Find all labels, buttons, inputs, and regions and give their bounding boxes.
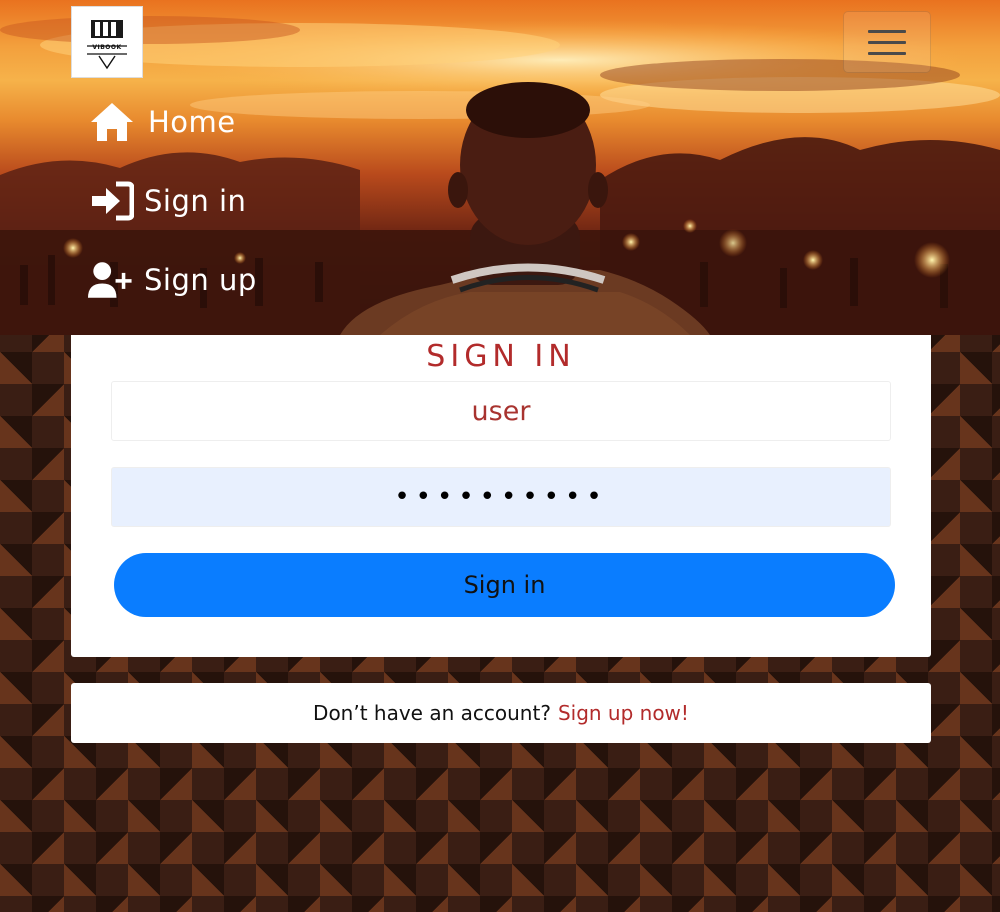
nav-item-label: Sign up [144, 263, 257, 297]
nav-item-sign-up[interactable]: Sign up [88, 258, 257, 302]
home-icon [88, 100, 136, 144]
sign-up-link[interactable]: Sign up now! [558, 701, 689, 725]
username-input[interactable] [111, 381, 891, 441]
hero-banner: VIBOOK Home Sign in Sign up [0, 0, 1000, 335]
nav-item-label: Sign in [144, 184, 247, 218]
sign-up-prompt-text: Don’t have an account? [313, 701, 551, 725]
nav-item-sign-in[interactable]: Sign in [88, 179, 246, 223]
nav-item-home[interactable]: Home [88, 100, 236, 144]
site-logo[interactable]: VIBOOK [71, 6, 143, 78]
sign-in-title: SIGN IN [426, 339, 576, 374]
logo-icon [87, 20, 127, 70]
nav-item-label: Home [148, 105, 236, 139]
user-plus-icon [88, 258, 136, 302]
logo-text: VIBOOK [92, 44, 122, 51]
hamburger-icon-line [868, 29, 906, 33]
sign-up-prompt: Don’t have an account? Sign up now! [71, 683, 931, 743]
sign-in-button[interactable]: Sign in [114, 553, 895, 617]
sign-in-icon [88, 179, 136, 223]
hamburger-icon-line [868, 40, 906, 44]
password-input[interactable] [111, 467, 891, 527]
hamburger-icon-line [868, 51, 906, 55]
menu-toggle-button[interactable] [843, 11, 931, 73]
sign-in-card: SIGN IN Sign in [71, 335, 931, 657]
